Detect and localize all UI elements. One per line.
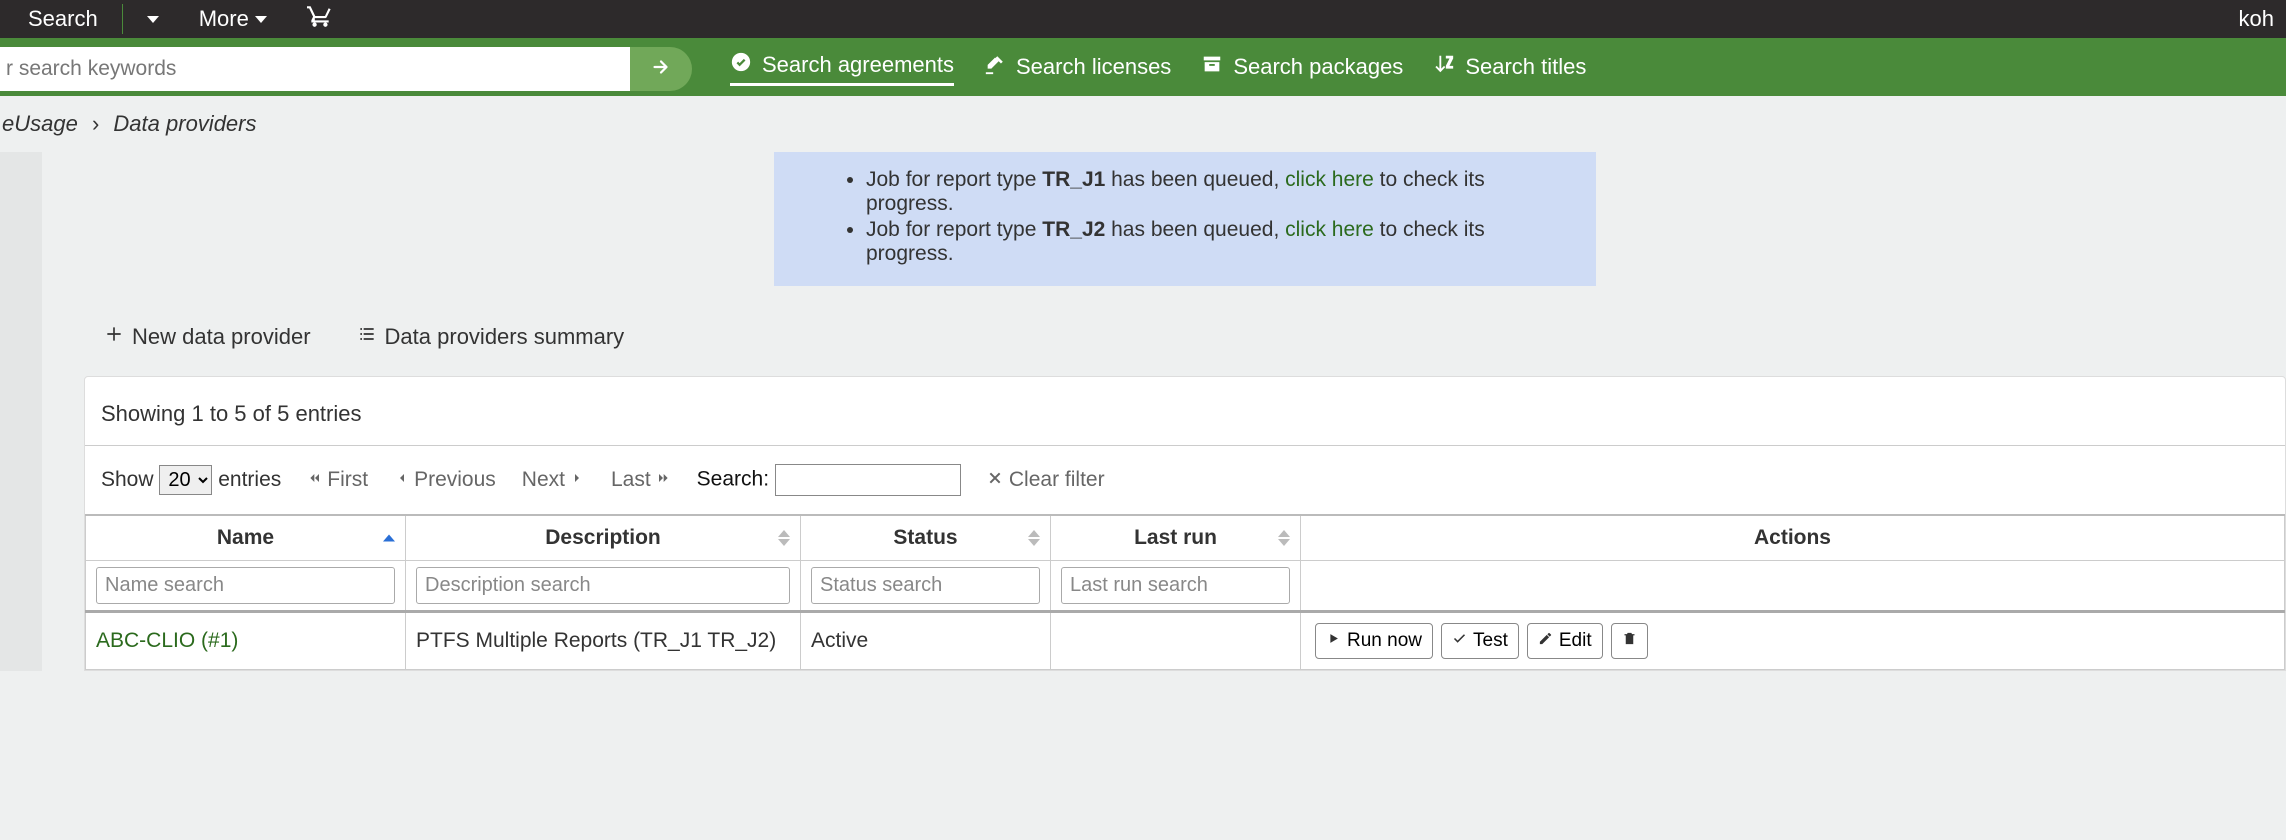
- archive-icon: [1201, 53, 1223, 81]
- entries-select[interactable]: 20: [159, 465, 212, 495]
- top-search-caret[interactable]: [127, 8, 179, 31]
- progress-link[interactable]: click here: [1285, 218, 1374, 241]
- sort-desc-icon: [778, 539, 790, 546]
- sort-desc-icon: [1028, 539, 1040, 546]
- search-wrap: [0, 47, 660, 91]
- play-icon: [1326, 630, 1341, 652]
- double-chevron-left-icon: [307, 468, 323, 492]
- cart-icon: [307, 3, 333, 35]
- new-data-provider-label: New data provider: [132, 324, 311, 350]
- clear-filter-link[interactable]: Clear filter: [987, 468, 1105, 492]
- topbar: Search More koh: [0, 0, 2286, 41]
- provider-status: Active: [801, 612, 1051, 670]
- search-packages-label: Search packages: [1233, 54, 1403, 80]
- search-label: Search:: [697, 468, 769, 491]
- table-search-input[interactable]: [775, 464, 961, 496]
- search-titles-link[interactable]: Search titles: [1433, 53, 1586, 85]
- sort-asc-icon: [778, 530, 790, 537]
- edit-button[interactable]: Edit: [1527, 623, 1603, 659]
- alert-item: Job for report type TR_J2 has been queue…: [866, 218, 1564, 266]
- plus-icon: [104, 324, 124, 350]
- results-panel: Showing 1 to 5 of 5 entries Show 20 entr…: [84, 376, 2286, 671]
- table-row: ABC-CLIO (#1) PTFS Multiple Reports (TR_J…: [86, 612, 2285, 670]
- entries-control: Show 20 entries: [101, 465, 281, 495]
- sidebar: [0, 152, 42, 671]
- first-page-link[interactable]: First: [307, 468, 368, 492]
- col-header-description[interactable]: Description: [406, 515, 801, 561]
- chevron-left-icon: [394, 468, 410, 492]
- search-agreements-label: Search agreements: [762, 52, 954, 78]
- search-licenses-link[interactable]: Search licenses: [984, 53, 1171, 85]
- search-submit-button[interactable]: [630, 47, 692, 91]
- sort-desc-icon: [1278, 539, 1290, 546]
- run-now-button[interactable]: Run now: [1315, 623, 1433, 659]
- col-header-status[interactable]: Status: [801, 515, 1051, 561]
- breadcrumb-section[interactable]: eUsage: [2, 111, 78, 136]
- search-packages-link[interactable]: Search packages: [1201, 53, 1403, 85]
- col-header-actions: Actions: [1301, 515, 2285, 561]
- top-search-label: Search: [28, 6, 98, 32]
- name-filter-input[interactable]: [96, 567, 395, 604]
- test-button[interactable]: Test: [1441, 623, 1519, 659]
- status-filter-input[interactable]: [811, 567, 1040, 604]
- user-label[interactable]: koh: [2239, 6, 2278, 32]
- list-icon: [357, 324, 377, 350]
- check-circle-icon: [730, 51, 752, 79]
- sort-asc-icon: [1028, 530, 1040, 537]
- next-page-link[interactable]: Next: [522, 468, 585, 492]
- data-providers-table: Name Description Status Last run: [85, 514, 2285, 670]
- double-chevron-right-icon: [655, 468, 671, 492]
- arrow-right-icon: [650, 56, 672, 81]
- new-data-provider-link[interactable]: New data provider: [104, 324, 311, 350]
- show-label: Show: [101, 468, 154, 491]
- table-search-control: Search:: [697, 464, 961, 496]
- x-icon: [987, 468, 1003, 492]
- keyword-search-input[interactable]: [6, 57, 660, 81]
- last-run-filter-input[interactable]: [1061, 567, 1290, 604]
- provider-description: PTFS Multiple Reports (TR_J1 TR_J2): [406, 612, 801, 670]
- breadcrumb: eUsage › Data providers: [0, 96, 2286, 152]
- provider-name-link[interactable]: ABC-CLIO (#1): [96, 629, 238, 652]
- chevron-right-icon: ›: [92, 111, 99, 136]
- delete-button[interactable]: [1611, 623, 1648, 659]
- entries-label: entries: [218, 468, 281, 491]
- search-licenses-label: Search licenses: [1016, 54, 1171, 80]
- top-more[interactable]: More: [179, 0, 287, 40]
- col-header-last-run[interactable]: Last run: [1051, 515, 1301, 561]
- alert-box: Job for report type TR_J1 has been queue…: [774, 152, 1596, 286]
- chevron-right-icon: [569, 468, 585, 492]
- data-providers-summary-label: Data providers summary: [385, 324, 625, 350]
- search-titles-label: Search titles: [1465, 54, 1586, 80]
- trash-icon: [1622, 630, 1637, 652]
- breadcrumb-current: Data providers: [113, 111, 256, 136]
- alert-item: Job for report type TR_J1 has been queue…: [866, 168, 1564, 216]
- results-count: Showing 1 to 5 of 5 entries: [85, 401, 2285, 446]
- col-header-name[interactable]: Name: [86, 515, 406, 561]
- previous-page-link[interactable]: Previous: [394, 468, 496, 492]
- top-more-label: More: [199, 6, 249, 32]
- cart-button[interactable]: [287, 0, 353, 43]
- last-page-link[interactable]: Last: [611, 468, 671, 492]
- check-icon: [1452, 630, 1467, 652]
- gavel-icon: [984, 53, 1006, 81]
- search-agreements-link[interactable]: Search agreements: [730, 51, 954, 86]
- provider-last-run: [1051, 612, 1301, 670]
- pencil-icon: [1538, 630, 1553, 652]
- description-filter-input[interactable]: [416, 567, 790, 604]
- sort-asc-icon: [1278, 530, 1290, 537]
- data-providers-summary-link[interactable]: Data providers summary: [357, 324, 625, 350]
- progress-link[interactable]: click here: [1285, 168, 1374, 191]
- caret-down-icon: [255, 16, 267, 23]
- top-search[interactable]: Search: [8, 0, 118, 40]
- separator: [122, 4, 123, 34]
- caret-down-icon: [147, 16, 159, 23]
- greenbar: Search agreements Search licenses Search…: [0, 41, 2286, 96]
- sort-az-icon: [1433, 53, 1455, 81]
- sort-asc-icon: [383, 535, 395, 542]
